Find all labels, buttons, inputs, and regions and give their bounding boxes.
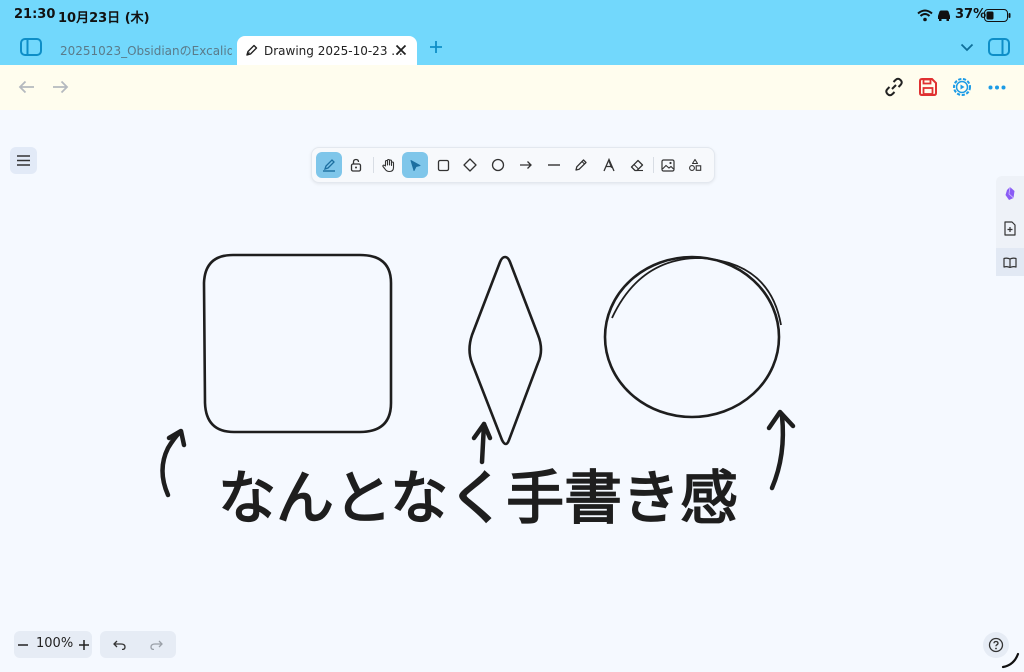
diamond-icon: [463, 158, 477, 172]
eraser-icon: [630, 159, 644, 172]
shape-tools-toolbar: [311, 147, 715, 183]
text-icon: [603, 158, 615, 172]
arrow-to-ellipse[interactable]: [766, 409, 796, 491]
hand-icon: [381, 158, 394, 172]
zoom-out-minus-icon[interactable]: [17, 639, 29, 651]
rounded-rectangle-shape[interactable]: [202, 253, 393, 434]
tool-line[interactable]: [541, 152, 567, 178]
obsidian-crystal-icon[interactable]: [1003, 185, 1017, 201]
arrow-to-rectangle[interactable]: [160, 428, 187, 498]
zoom-controls: 100%: [14, 631, 92, 658]
zoom-level[interactable]: 100%: [36, 636, 73, 651]
tool-diamond[interactable]: [457, 152, 483, 178]
pen-mode-icon: [323, 159, 335, 172]
tool-library[interactable]: [682, 152, 708, 178]
redo-icon[interactable]: [149, 638, 163, 651]
undo-icon[interactable]: [112, 638, 126, 651]
tool-ellipse[interactable]: [485, 152, 511, 178]
right-side-panel: [996, 176, 1024, 276]
ellipse-icon: [491, 158, 505, 172]
toolbar-divider: [653, 157, 654, 173]
tool-eraser[interactable]: [624, 152, 650, 178]
ellipse-shape[interactable]: [603, 255, 782, 419]
pencil-icon: [575, 159, 587, 171]
selection-arrow-icon: [410, 159, 420, 171]
undo-redo-controls: [100, 631, 176, 658]
shapes-library-icon: [689, 158, 702, 171]
arrow-to-diamond[interactable]: [471, 421, 493, 465]
image-icon: [661, 158, 675, 172]
handwritten-annotation-text[interactable]: なんとなく手書き感: [218, 464, 738, 532]
hamburger-menu-icon: [17, 155, 30, 166]
tool-lock[interactable]: [343, 152, 369, 178]
lock-icon: [350, 158, 362, 172]
main-menu-button[interactable]: [10, 147, 37, 174]
tool-arrow[interactable]: [513, 152, 539, 178]
toolbar-divider: [373, 157, 374, 173]
drawing-elements: なんとなく手書き感: [160, 253, 796, 532]
line-icon: [548, 164, 560, 166]
diamond-shape[interactable]: [468, 255, 543, 446]
tool-pen-mode[interactable]: [316, 152, 342, 178]
resize-handle-icon: [1001, 652, 1020, 669]
arrow-icon: [520, 161, 532, 169]
tool-hand[interactable]: [375, 152, 401, 178]
book-icon[interactable]: [1002, 256, 1018, 269]
tool-text[interactable]: [596, 152, 622, 178]
rectangle-icon: [437, 159, 449, 171]
tool-image[interactable]: [655, 152, 681, 178]
tool-draw[interactable]: [568, 152, 594, 178]
tool-rectangle[interactable]: [430, 152, 456, 178]
tool-selection[interactable]: [402, 152, 428, 178]
zoom-in-plus-icon[interactable]: [78, 639, 90, 651]
insert-file-icon[interactable]: [1003, 220, 1017, 236]
